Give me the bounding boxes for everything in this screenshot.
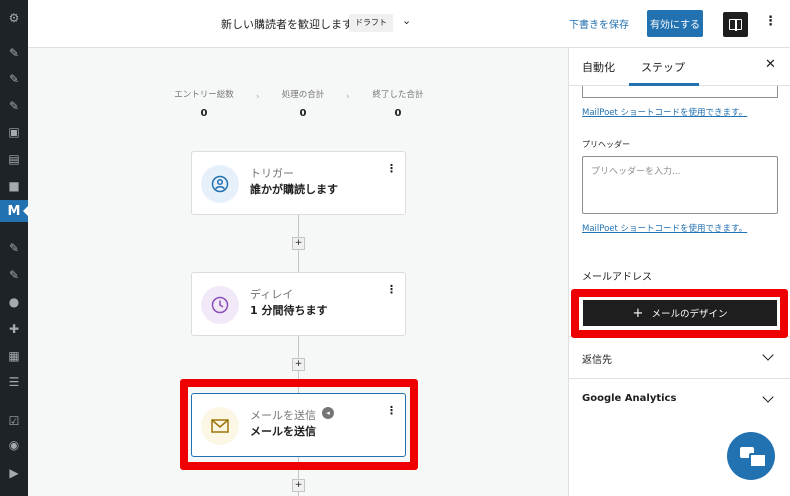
step-name: 誰かが購読します — [250, 183, 338, 196]
step-name: 1 分間待ちます — [250, 304, 328, 317]
pages-icon[interactable]: ▤ — [0, 148, 28, 170]
subject-input[interactable] — [582, 86, 778, 98]
pin-icon[interactable]: ✎ — [0, 95, 28, 117]
step-name: メールを送信 — [250, 425, 316, 438]
add-step-button[interactable]: + — [292, 358, 305, 371]
users-icon[interactable]: ● — [0, 291, 28, 313]
megaphone-icon: ◂ — [322, 407, 334, 419]
chevron-down-icon — [762, 349, 774, 361]
list-icon[interactable]: ☰ — [0, 371, 28, 393]
design-email-label: メールのデザイン — [651, 309, 728, 320]
stat-label: 終了した合計 — [372, 90, 424, 100]
gear-icon[interactable]: ⚙ — [0, 7, 28, 29]
tab-automation[interactable]: 自動化 — [582, 59, 615, 75]
step-card-trigger[interactable]: トリガー 誰かが購読します ⋮ — [191, 151, 406, 215]
step-menu-icon[interactable]: ⋮ — [386, 283, 397, 296]
wp-admin-sidebar: ⚙ ✎ ✎ ✎ ▣ ▤ ■ M ✎ ✎ ● ✚ ▦ ☰ ☑ ◉ ▶ — [0, 0, 28, 496]
shortcode-link[interactable]: MailPoet ショートコードを使用できます。 — [582, 222, 747, 234]
sidebar-toggle-icon[interactable] — [723, 12, 748, 37]
section-title: Google Analytics — [582, 393, 677, 404]
plus-icon: + — [632, 305, 644, 321]
clock-icon — [201, 286, 239, 324]
step-type: トリガー — [250, 167, 294, 180]
preheader-input[interactable] — [582, 156, 778, 214]
add-step-button[interactable]: + — [292, 479, 305, 492]
google-analytics-section[interactable]: Google Analytics — [569, 378, 790, 422]
user-icon — [201, 165, 239, 203]
reply-to-section[interactable]: 返信先 — [569, 336, 790, 380]
shortcode-link[interactable]: MailPoet ショートコードを使用できます。 — [582, 106, 747, 118]
play-icon[interactable]: ▶ — [0, 462, 28, 484]
more-options-icon[interactable]: ⋮ — [764, 14, 777, 29]
workflow-canvas: エントリー総数 0 › 処理の合計 0 › 終了した合計 0 トリガー 誰かが購… — [28, 48, 568, 496]
step-menu-icon[interactable]: ⋮ — [386, 162, 397, 175]
circle-icon[interactable]: ◉ — [0, 434, 28, 456]
comments-icon[interactable]: ■ — [0, 175, 28, 197]
chevron-down-icon — [762, 391, 774, 403]
stat-value: 0 — [200, 108, 208, 119]
settings-icon[interactable]: ▦ — [0, 345, 28, 367]
tab-steps[interactable]: ステップ — [641, 59, 685, 75]
appearance-icon[interactable]: ✎ — [0, 237, 28, 259]
stat-total-entries: エントリー総数 0 — [164, 88, 244, 119]
add-step-button[interactable]: + — [292, 237, 305, 250]
automation-title[interactable]: 新しい購読者を歓迎します — [221, 16, 353, 32]
design-email-button[interactable]: + メールのデザイン — [583, 300, 777, 326]
chat-support-icon[interactable] — [727, 432, 775, 480]
chevron-down-icon[interactable]: ⌄ — [402, 14, 411, 27]
step-menu-icon[interactable]: ⋮ — [386, 404, 397, 417]
activate-button[interactable]: 有効にする — [647, 10, 703, 37]
pin-icon[interactable]: ✎ — [0, 42, 28, 64]
section-title: 返信先 — [582, 355, 612, 366]
pin-icon[interactable]: ✎ — [0, 68, 28, 90]
stat-label: エントリー総数 — [174, 90, 234, 100]
step-card-send-email[interactable]: メールを送信 ◂ メールを送信 ⋮ — [191, 393, 406, 457]
step-type: ディレイ — [250, 288, 294, 301]
save-draft-button[interactable]: 下書きを保存 — [569, 16, 629, 31]
step-card-delay[interactable]: ディレイ 1 分間待ちます ⋮ — [191, 272, 406, 336]
step-type: メールを送信 — [250, 409, 316, 422]
status-badge: ドラフト — [349, 14, 393, 32]
close-icon[interactable]: ✕ — [765, 57, 776, 72]
stat-value: 0 — [394, 108, 402, 119]
editor-header: 新しい購読者を歓迎します ドラフト ⌄ 下書きを保存 有効にする ⋮ — [28, 0, 790, 48]
checklist-icon[interactable]: ☑ — [0, 410, 28, 432]
mailpoet-logo[interactable]: M — [0, 200, 28, 222]
email-section-label: メールアドレス — [582, 272, 652, 283]
settings-panel: 自動化 ステップ ✕ MailPoet ショートコードを使用できます。 プリヘッ… — [568, 48, 790, 496]
media-icon[interactable]: ▣ — [0, 121, 28, 143]
stat-total-finished: 終了した合計 0 — [358, 88, 438, 119]
stat-label: 処理の合計 — [281, 90, 325, 100]
stat-total-processed: 処理の合計 0 — [263, 88, 343, 119]
tools-icon[interactable]: ✚ — [0, 318, 28, 340]
plugins-icon[interactable]: ✎ — [0, 264, 28, 286]
chevron-right-icon: › — [256, 92, 260, 102]
preheader-label: プリヘッダー — [582, 140, 630, 149]
stat-value: 0 — [299, 108, 307, 119]
panel-tabs: 自動化 ステップ ✕ — [569, 48, 790, 86]
chevron-right-icon: › — [346, 92, 350, 102]
envelope-icon — [201, 407, 239, 445]
